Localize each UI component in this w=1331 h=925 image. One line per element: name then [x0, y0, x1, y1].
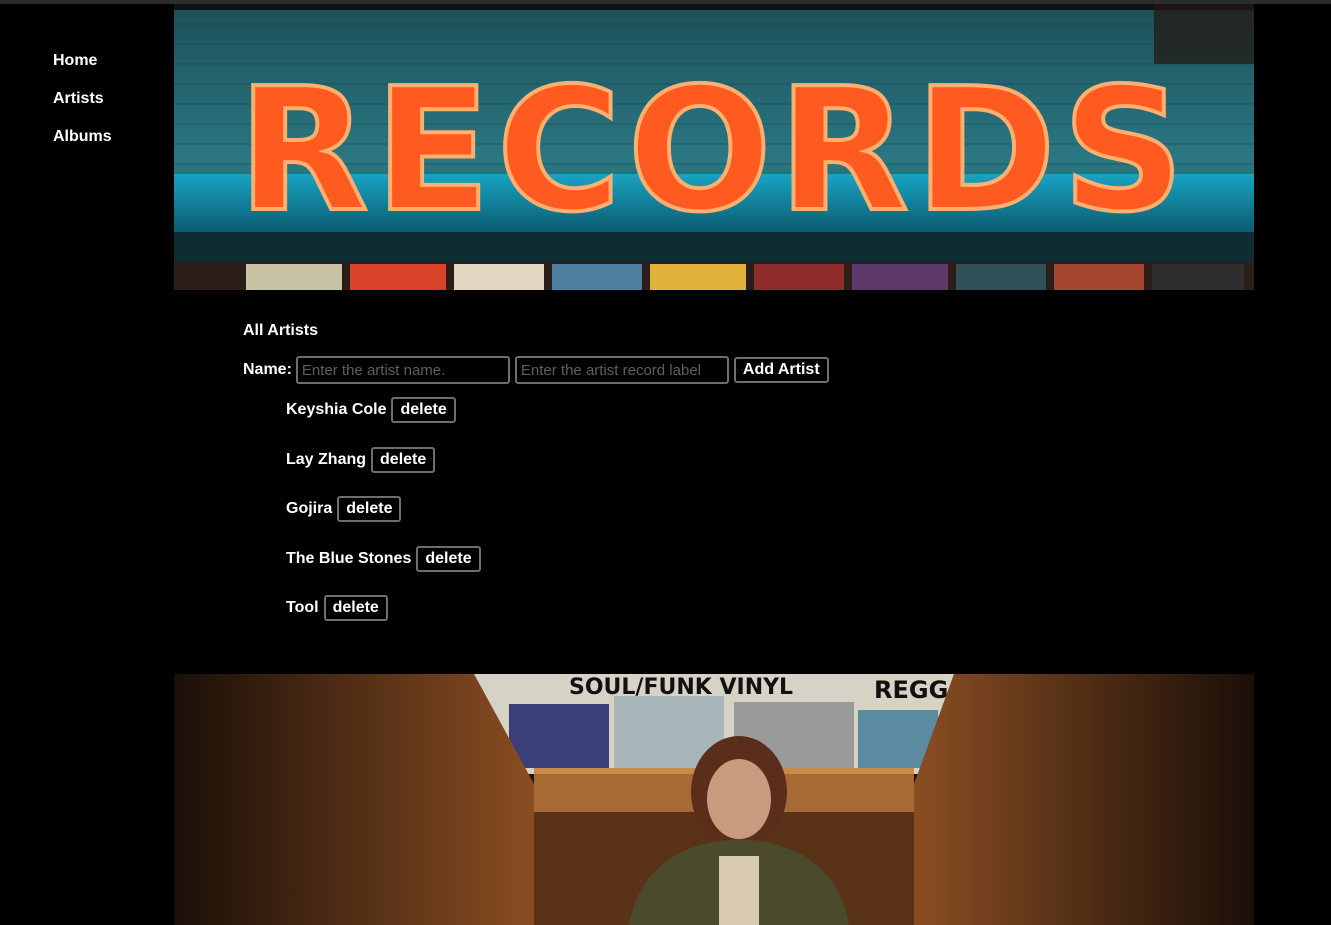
artist-name: The Blue Stones: [286, 549, 412, 567]
artist-name: Tool: [286, 599, 319, 616]
page-title: All Artists: [243, 322, 318, 339]
artists-section: All Artists Name: Add Artist Keyshia Col…: [243, 318, 1143, 645]
record-store-photo: SOUL/FUNK VINYL REGG: [174, 674, 1254, 925]
add-artist-button[interactable]: Add Artist: [733, 357, 829, 383]
artist-name: Gojira: [286, 500, 333, 517]
nav-link-artists[interactable]: Artists: [53, 88, 163, 126]
artist-list: Keyshia Cole delete Lay Zhang delete Goj…: [243, 397, 1143, 621]
delete-button[interactable]: delete: [323, 595, 388, 621]
nav-link-albums[interactable]: Albums: [53, 126, 163, 164]
record-store-aisle-image: SOUL/FUNK VINYL REGG: [174, 674, 1254, 925]
neon-records-sign: RECORDS: [174, 4, 1254, 290]
list-item: Keyshia Cole delete: [286, 397, 1143, 423]
delete-button[interactable]: delete: [337, 496, 402, 522]
delete-button[interactable]: delete: [391, 397, 456, 423]
artist-name: Keyshia Cole: [286, 401, 387, 418]
add-artist-form: Name: Add Artist: [243, 356, 1143, 384]
name-label: Name:: [243, 361, 292, 378]
list-item: Gojira delete: [286, 496, 1143, 522]
artist-name-input[interactable]: [295, 356, 510, 384]
list-item: The Blue Stones delete: [286, 545, 1143, 572]
photo-sign-regg: REGG: [874, 676, 948, 704]
list-item: Lay Zhang delete: [286, 446, 1143, 473]
records-banner-image: RECORDS: [174, 4, 1254, 290]
sidebar-nav: Home Artists Albums: [53, 50, 163, 164]
artist-name: Lay Zhang: [286, 450, 367, 468]
neon-sign-text: RECORDS: [238, 52, 1191, 250]
delete-button[interactable]: delete: [371, 446, 436, 473]
nav-link-home[interactable]: Home: [53, 50, 163, 88]
list-item: Tool delete: [286, 595, 1143, 621]
record-label-input[interactable]: [514, 356, 729, 384]
delete-button[interactable]: delete: [416, 545, 481, 572]
